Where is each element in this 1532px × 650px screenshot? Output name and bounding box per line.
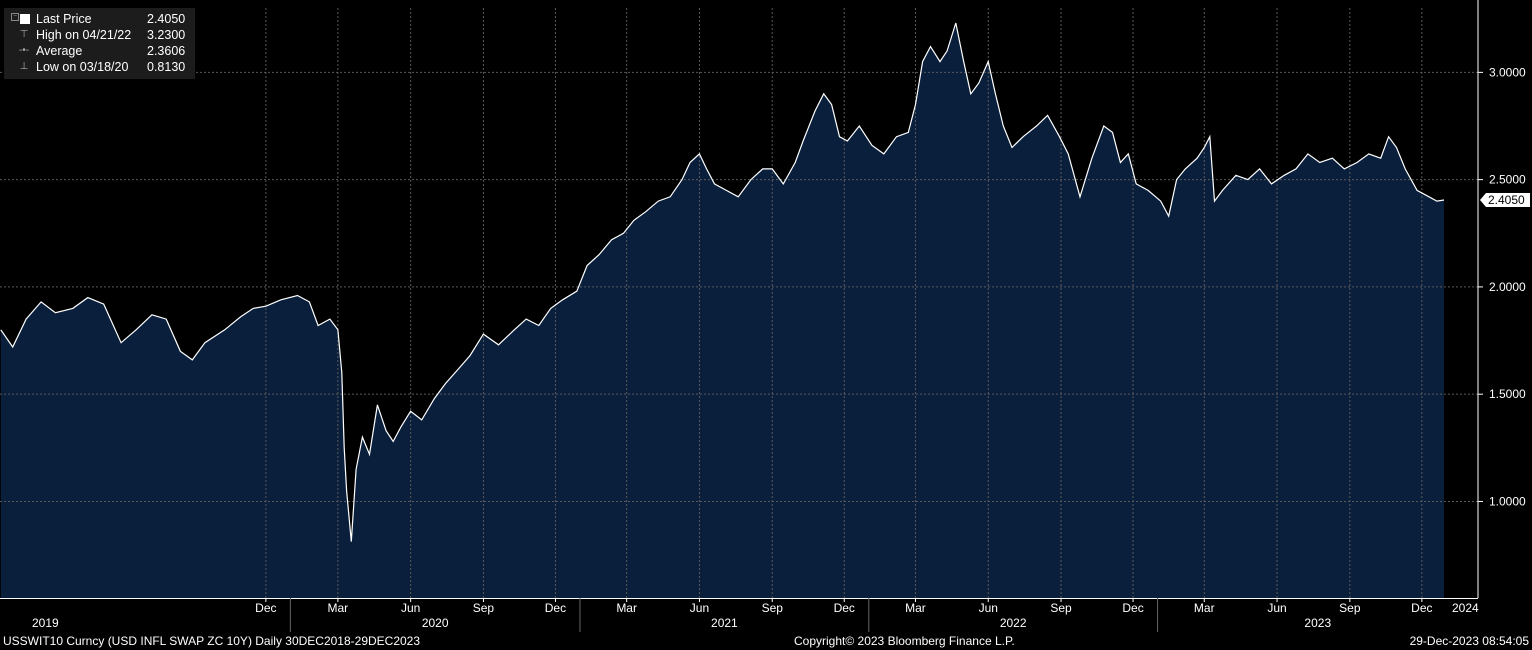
y-tick-label: 3.0000 (1489, 65, 1526, 79)
y-tick-label: 2.0000 (1489, 280, 1526, 294)
x-month-label: Jun (1267, 601, 1286, 615)
x-year-label: 2022 (1000, 616, 1027, 630)
square-icon (20, 14, 30, 24)
legend-value: 2.4050 (147, 12, 186, 26)
x-year-label: 2023 (1304, 616, 1331, 630)
x-month-label: Dec (545, 601, 566, 615)
copyright-text: Copyright© 2023 Bloomberg Finance L.P. (794, 634, 1015, 648)
low-marker-icon: ⊥ (19, 61, 29, 72)
x-month-label: Sep (762, 601, 784, 615)
x-year-label: 2021 (711, 616, 738, 630)
legend-high: ⊤ High on 04/21/22 3.2300 (4, 27, 195, 43)
x-month-label: Mar (1194, 601, 1215, 615)
legend-value: 2.3606 (147, 44, 186, 58)
legend-label: Average (36, 44, 83, 58)
x-month-label: Sep (473, 601, 495, 615)
x-month-label: Jun (690, 601, 709, 615)
x-month-label: Sep (1339, 601, 1361, 615)
high-marker-icon: ⊤ (19, 29, 29, 40)
x-month-label: Jun (979, 601, 998, 615)
x-month-label: Dec (1122, 601, 1143, 615)
x-year-label: 2019 (32, 616, 59, 630)
legend-low: ⊥ Low on 03/18/20 0.8130 (4, 59, 195, 75)
y-tick-label: 1.5000 (1489, 387, 1526, 401)
legend-value: 0.8130 (147, 60, 186, 74)
x-month-label: Dec (255, 601, 276, 615)
legend-label: High on 04/21/22 (36, 28, 132, 42)
legend-value: 3.2300 (147, 28, 186, 42)
legend-last-price: Last Price 2.4050 (4, 11, 195, 27)
legend-label: Low on 03/18/20 (36, 60, 129, 74)
x-month-label: Mar (616, 601, 637, 615)
chart-legend: − Last Price 2.4050 ⊤ High on 04/21/22 3… (4, 8, 195, 79)
x-year-label: 2024 (1452, 601, 1479, 615)
y-tick-label: 1.0000 (1489, 494, 1526, 508)
x-month-label: Jun (401, 601, 420, 615)
x-month-label: Sep (1050, 601, 1072, 615)
x-year-label: 2020 (422, 616, 449, 630)
security-description: USSWIT10 Curncy (USD INFL SWAP ZC 10Y) D… (3, 634, 421, 648)
last-price-label: 2.4050 (1488, 193, 1525, 207)
x-month-label: Mar (328, 601, 349, 615)
x-month-label: Dec (1411, 601, 1432, 615)
legend-average: -•- Average 2.3606 (4, 43, 195, 59)
timestamp: 29-Dec-2023 08:54:05 (1409, 634, 1529, 648)
x-month-label: Dec (834, 601, 855, 615)
chart-svg: 1.0000 1.5000 2.0000 2.5000 3.0000 Dec Mar Jun S… (0, 0, 1530, 632)
legend-label: Last Price (36, 12, 92, 26)
y-tick-label: 2.5000 (1489, 173, 1526, 187)
price-area (0, 23, 1444, 598)
x-month-label: Mar (905, 601, 926, 615)
average-marker-icon: -•- (18, 45, 30, 56)
